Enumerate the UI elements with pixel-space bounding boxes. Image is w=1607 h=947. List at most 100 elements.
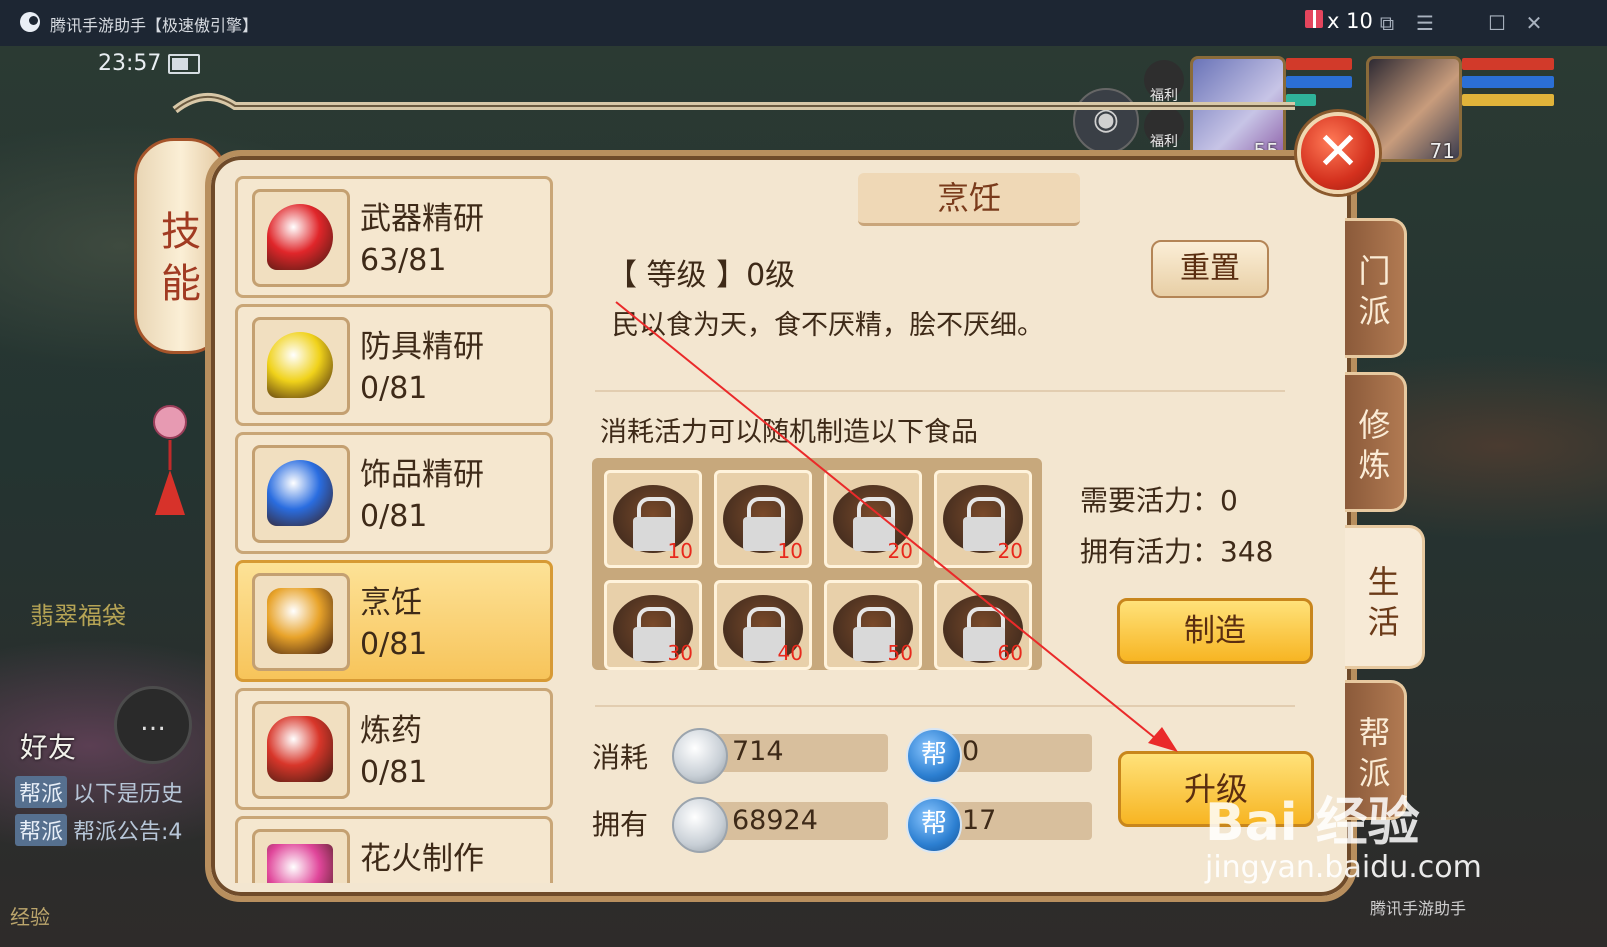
guild-contribution-icon: 帮	[906, 797, 962, 853]
food-slot[interactable]: 20	[824, 470, 922, 568]
divider	[595, 705, 1295, 707]
consume-silver-value: 714	[732, 736, 784, 767]
cooking-pot-icon	[267, 588, 333, 654]
reset-button[interactable]: 重置	[1151, 240, 1269, 298]
friends-button[interactable]: 好友	[20, 726, 76, 766]
chat-channel-tag: 帮派	[15, 776, 68, 808]
skill-name: 武器精研	[360, 201, 484, 237]
skill-icon-frame	[252, 317, 350, 415]
consume-bang-value: 0	[962, 736, 980, 767]
food-slot[interactable]: 50	[824, 580, 922, 670]
tassel-ornament	[153, 405, 187, 515]
player-level: 71	[1429, 139, 1455, 163]
skill-icon-frame	[252, 701, 350, 799]
skill-description: 民以食为天，食不厌精，脍不厌细。	[612, 310, 1044, 341]
armor-skill-icon	[267, 332, 333, 398]
food-cost: 10	[667, 539, 693, 563]
skill-item-weapon[interactable]: 武器精研 63/81	[235, 176, 553, 298]
tab-label: 炼	[1358, 446, 1391, 484]
jade-lucky-bag-label[interactable]: 翡翠福袋	[30, 596, 126, 631]
chat-text: 帮派公告:4	[73, 820, 183, 845]
skill-progress: 0/81	[360, 499, 428, 534]
skill-item-fireworks[interactable]: 花火制作	[235, 816, 553, 883]
skill-name: 花火制作	[360, 841, 484, 877]
battery-icon	[168, 54, 200, 74]
alchemy-furnace-icon	[267, 716, 333, 782]
pet-mp-bar	[1286, 76, 1352, 88]
skill-name: 饰品精研	[360, 457, 484, 493]
chat-line[interactable]: 帮派 帮派公告:4	[15, 814, 182, 846]
guild-contribution-icon: 帮	[906, 728, 962, 784]
consume-label: 消耗	[592, 741, 649, 774]
close-icon: ✕	[1316, 122, 1360, 182]
tab-label: 帮	[1358, 714, 1391, 752]
food-slot[interactable]: 60	[934, 580, 1032, 670]
skill-progress: 0/81	[360, 755, 428, 790]
required-vigor: 需要活力：0	[1080, 484, 1238, 517]
skill-item-alchemy[interactable]: 炼药 0/81	[235, 688, 553, 810]
menu-button[interactable]: ☰	[1410, 8, 1440, 38]
tab-label: 派	[1358, 292, 1391, 330]
skill-item-accessory[interactable]: 饰品精研 0/81	[235, 432, 553, 554]
skill-icon-frame	[252, 445, 350, 543]
food-slot[interactable]: 40	[714, 580, 812, 670]
silver-coin-icon	[672, 797, 728, 853]
close-panel-button[interactable]: ✕	[1297, 112, 1379, 194]
chat-line[interactable]: 帮派 以下是历史	[15, 776, 183, 808]
pet-hp-bar	[1286, 58, 1352, 70]
food-slot[interactable]: 30	[604, 580, 702, 670]
skill-name: 炼药	[360, 713, 422, 749]
skill-progress: 63/81	[360, 243, 447, 278]
player-hp-bar	[1462, 58, 1554, 70]
tab-sect[interactable]: 门派	[1345, 218, 1407, 358]
silver-coin-icon	[672, 728, 728, 784]
exp-label: 经验	[10, 905, 50, 929]
food-cost: 50	[887, 641, 913, 665]
skill-progress: 0/81	[360, 371, 428, 406]
player-portrait[interactable]: 71	[1366, 56, 1462, 163]
player-status-bars	[1462, 58, 1554, 112]
food-slot[interactable]: 20	[934, 470, 1032, 568]
food-cost: 20	[887, 539, 913, 563]
gift-count: x 10	[1327, 9, 1373, 33]
tab-label: 生	[1367, 563, 1400, 601]
tab-label: 活	[1367, 603, 1400, 641]
maximize-button[interactable]: ☐	[1482, 8, 1512, 38]
chat-bubble-icon[interactable]: …	[114, 686, 192, 764]
fireworks-star-icon	[267, 844, 333, 883]
accessory-skill-icon	[267, 460, 333, 526]
chat-channel-tag: 帮派	[15, 814, 68, 846]
skill-name: 烹饪	[360, 585, 422, 621]
food-hint: 消耗活力可以随机制造以下食品	[600, 417, 978, 448]
panel-top-ornament	[172, 92, 1295, 114]
tab-cultivate[interactable]: 修炼	[1345, 372, 1407, 512]
skill-icon-frame	[252, 829, 350, 883]
food-slot[interactable]: 10	[714, 470, 812, 568]
skill-icon-frame	[252, 573, 350, 671]
food-slot[interactable]: 10	[604, 470, 702, 568]
food-cost: 20	[997, 539, 1023, 563]
detail-title: 烹饪	[936, 179, 1001, 217]
skill-item-cooking[interactable]: 烹饪 0/81	[235, 560, 553, 682]
skill-item-armor[interactable]: 防具精研 0/81	[235, 304, 553, 426]
baidu-url-watermark: jingyan.baidu.com	[1205, 850, 1482, 885]
player-anger-bar	[1462, 94, 1554, 106]
tab-life[interactable]: 生活	[1345, 525, 1425, 669]
close-window-button[interactable]: ✕	[1519, 8, 1549, 38]
food-grid: 10 10 20 20 30 40 50 60	[592, 458, 1042, 670]
skill-name: 防具精研	[360, 329, 484, 365]
pin-window-button[interactable]: ⧉	[1372, 8, 1402, 38]
owned-vigor: 拥有活力：348	[1080, 535, 1274, 568]
gift-icon[interactable]	[1305, 10, 1323, 28]
weapon-skill-icon	[267, 204, 333, 270]
app-footer-watermark: 腾讯手游助手	[1370, 899, 1467, 918]
chat-text: 以下是历史	[73, 782, 184, 807]
status-clock: 23:57	[98, 51, 162, 76]
skill-progress: 0/81	[360, 627, 428, 662]
own-label: 拥有	[592, 808, 649, 841]
skill-level: 【 等级 】0级	[607, 258, 796, 293]
own-bang-value: 17	[962, 805, 997, 836]
player-mp-bar	[1462, 76, 1554, 88]
food-cost: 10	[777, 539, 803, 563]
make-button[interactable]: 制造	[1117, 598, 1313, 664]
